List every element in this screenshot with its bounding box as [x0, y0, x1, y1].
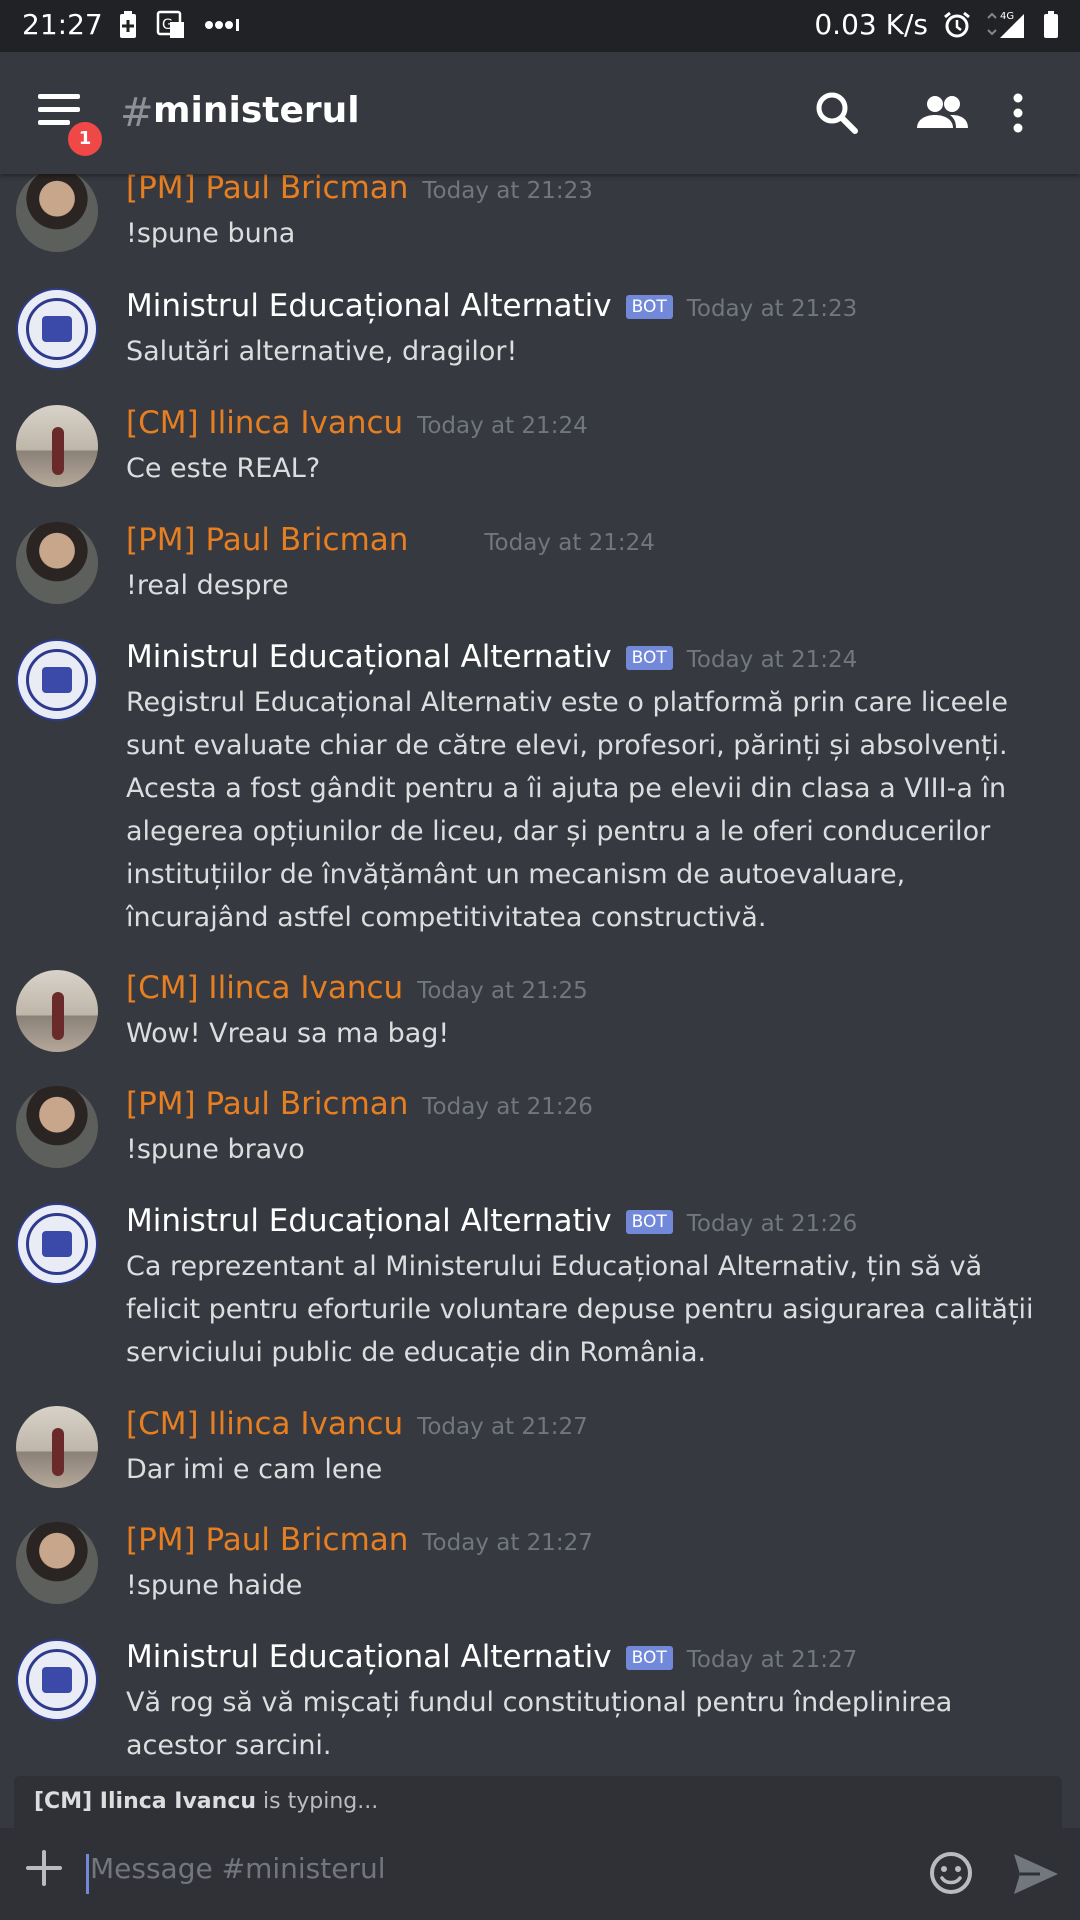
- message-text: Ca reprezentant al Ministerului Educațio…: [126, 1251, 1034, 1368]
- message-input[interactable]: Message #ministerul: [90, 1852, 386, 1885]
- message-timestamp: Today at 21:27: [686, 1647, 858, 1673]
- message-author[interactable]: [CM] Ilinca Ivancu: [126, 970, 403, 1006]
- message-timestamp: Today at 21:26: [686, 1211, 858, 1237]
- message-author[interactable]: [CM] Ilinca Ivancu: [126, 405, 403, 441]
- bot-tag: BOT: [625, 646, 673, 670]
- message-text: Dar imi e cam lene: [126, 1454, 383, 1485]
- message-composer: Message #ministerul: [0, 1828, 1080, 1920]
- bot-tag: BOT: [625, 1646, 673, 1670]
- status-time: 21:27: [22, 8, 103, 41]
- avatar[interactable]: [16, 1203, 98, 1285]
- message-text: Registrul Educațional Alternativ este o …: [126, 687, 1009, 933]
- message-author[interactable]: Ministrul Educațional Alternativ: [126, 1203, 612, 1239]
- message-author[interactable]: [PM] Paul Bricman: [126, 522, 408, 558]
- avatar[interactable]: [16, 522, 98, 604]
- channel-title: ministerul: [153, 90, 360, 131]
- alarm-icon: [944, 11, 970, 37]
- emoji-icon[interactable]: [928, 1850, 974, 1896]
- message-list[interactable]: [PM] Paul Bricman Today at 21:23 !spune b…: [0, 174, 1080, 1776]
- avatar[interactable]: [16, 1406, 98, 1488]
- message-timestamp: Today at 21:25: [417, 978, 588, 1004]
- message-text: Wow! Vreau sa ma bag!: [126, 1018, 450, 1049]
- avatar[interactable]: [16, 288, 98, 370]
- avatar[interactable]: [16, 970, 98, 1052]
- signal-icon: 4G: [987, 11, 1024, 38]
- translate-icon: G: [156, 10, 184, 38]
- message-text: !spune haide: [126, 1570, 303, 1601]
- channel-hash: #: [120, 90, 154, 136]
- message-author[interactable]: Ministrul Educațional Alternativ: [126, 288, 612, 324]
- bot-tag: BOT: [625, 1210, 673, 1234]
- message-text: Ce este REAL?: [126, 453, 321, 484]
- channel-header: 1 # ministerul: [0, 52, 1080, 174]
- message-author[interactable]: [PM] Paul Bricman: [126, 1086, 408, 1122]
- message-timestamp: Today at 21:24: [686, 647, 858, 673]
- avatar[interactable]: [16, 405, 98, 487]
- avatar[interactable]: [16, 1086, 98, 1168]
- network-type: 4G: [1000, 11, 1014, 22]
- text-cursor: [86, 1854, 89, 1894]
- more-icon[interactable]: [1008, 88, 1028, 138]
- message-author[interactable]: [PM] Paul Bricman: [126, 1522, 408, 1558]
- typing-suffix: is typing...: [256, 1789, 379, 1814]
- more-notifications-icon: [205, 19, 239, 31]
- message-timestamp: Today at 21:23: [686, 296, 858, 322]
- message-timestamp: Today at 21:27: [417, 1414, 588, 1440]
- message-text: !real despre: [126, 570, 289, 601]
- search-icon[interactable]: [812, 88, 862, 138]
- status-bar: 21:27 G 0.03 K/s 4G: [0, 0, 1080, 52]
- message-timestamp: Today at 21:26: [422, 1094, 593, 1120]
- avatar[interactable]: [16, 1639, 98, 1721]
- message-timestamp: Today at 21:24: [484, 530, 655, 556]
- message-author[interactable]: [CM] Ilinca Ivancu: [126, 1406, 403, 1442]
- typing-user: [CM] Ilinca Ivancu: [34, 1789, 257, 1814]
- message-text: Vă rog să vă mișcați fundul constituțion…: [126, 1687, 953, 1761]
- avatar[interactable]: [16, 639, 98, 721]
- avatar[interactable]: [16, 1522, 98, 1604]
- message-timestamp: Today at 21:27: [422, 1530, 593, 1556]
- message-author[interactable]: Ministrul Educațional Alternativ: [126, 639, 612, 675]
- message-text: !spune buna: [126, 218, 296, 249]
- message-timestamp: Today at 21:23: [422, 178, 593, 204]
- send-icon[interactable]: [1012, 1852, 1060, 1896]
- bot-tag: BOT: [625, 295, 673, 319]
- message-text: Salutări alternative, dragilor!: [126, 336, 518, 367]
- plus-icon[interactable]: [24, 1848, 64, 1888]
- network-speed: 0.03 K/s: [814, 8, 928, 41]
- message-author[interactable]: [PM] Paul Bricman: [126, 174, 408, 206]
- avatar[interactable]: [16, 174, 98, 252]
- message-author[interactable]: Ministrul Educațional Alternativ: [126, 1639, 612, 1675]
- members-icon[interactable]: [914, 88, 970, 138]
- message-timestamp: Today at 21:24: [417, 413, 588, 439]
- battery-icon: [1044, 10, 1058, 38]
- message-text: !spune bravo: [126, 1134, 305, 1165]
- battery-saver-icon: [120, 11, 136, 38]
- notification-badge: 1: [64, 118, 106, 160]
- typing-indicator: [CM] Ilinca Ivancu is typing...: [14, 1776, 1062, 1828]
